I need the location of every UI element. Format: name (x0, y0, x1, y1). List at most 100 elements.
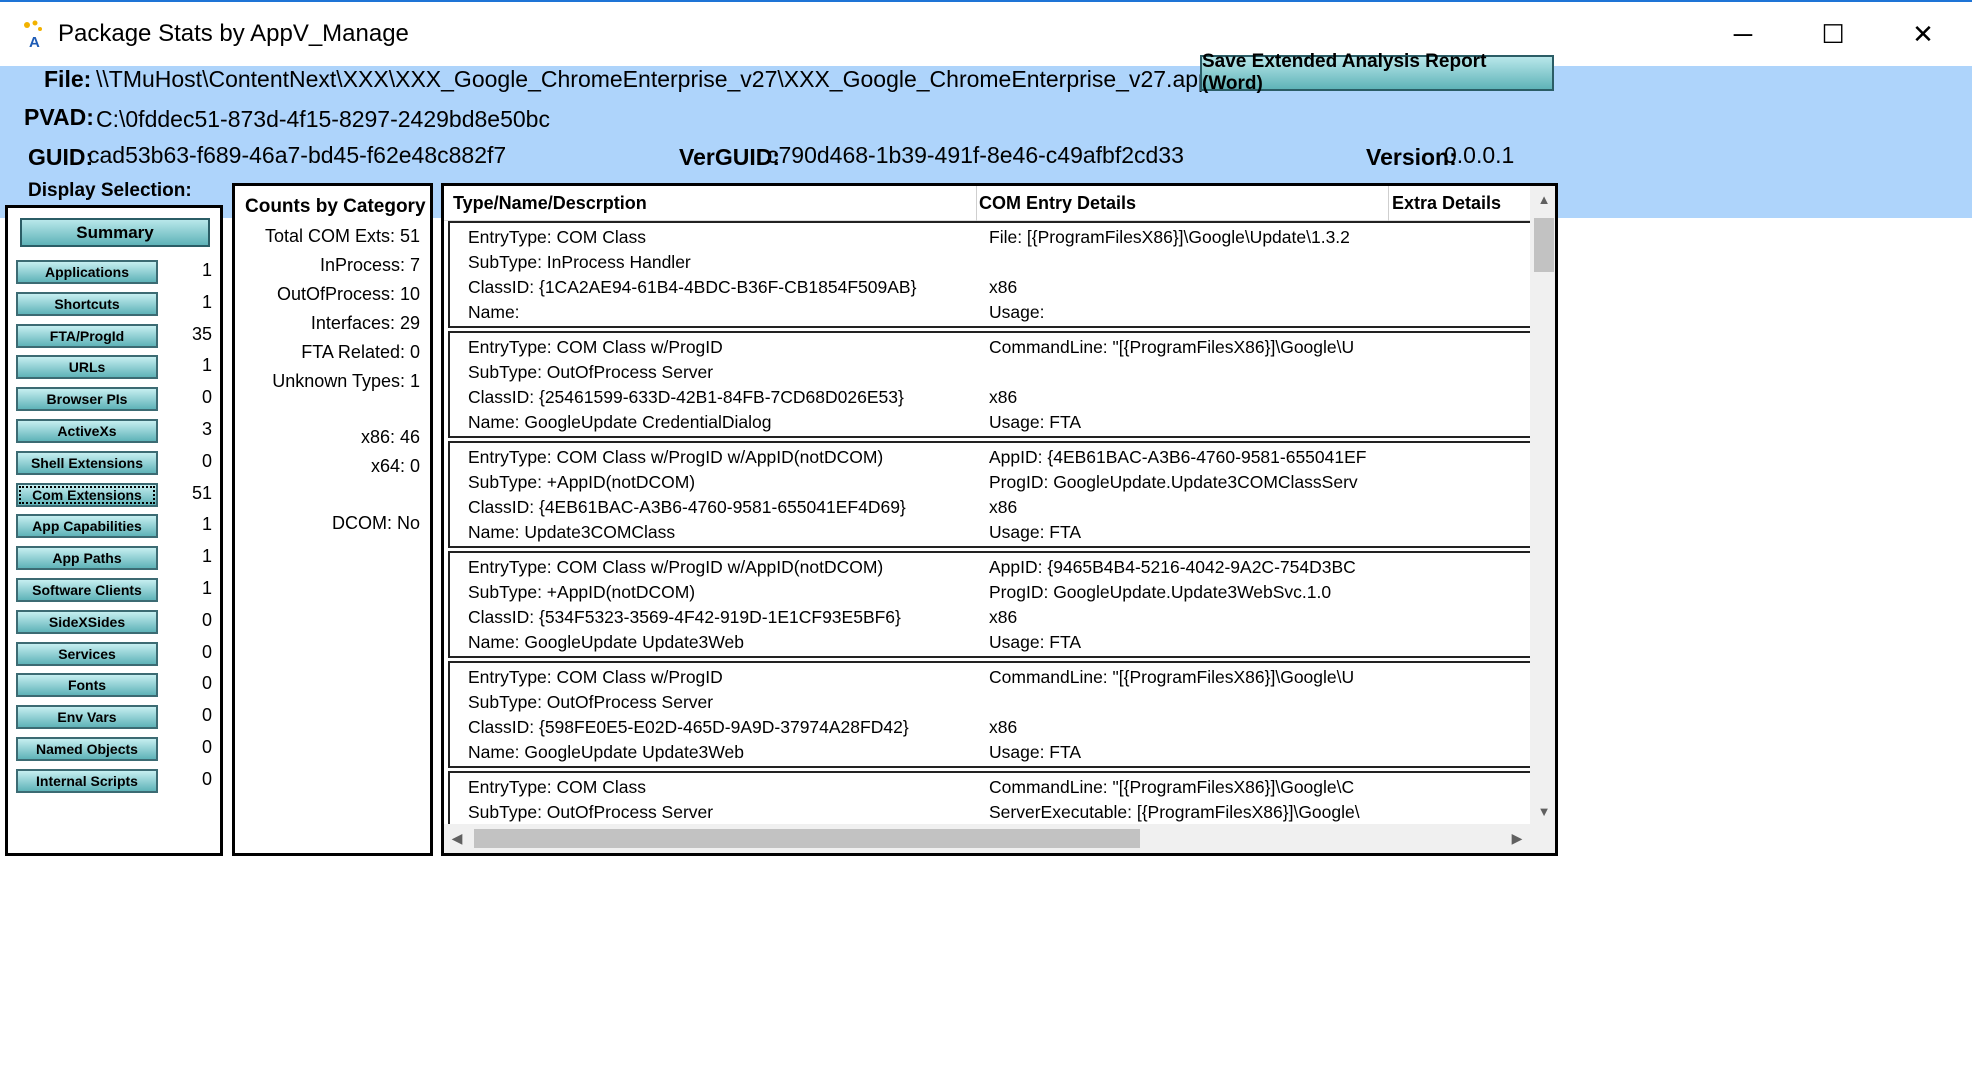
horizontal-scrollbar[interactable]: ◀ ▶ (444, 824, 1530, 853)
category-button-app-paths[interactable]: App Paths (16, 546, 158, 571)
entry-detail-text: SubType: OutOfProcess Server (468, 802, 714, 822)
category-button-app-capabilities[interactable]: App Capabilities (16, 514, 158, 539)
category-button-services[interactable]: Services (16, 641, 158, 666)
category-count: 0 (201, 705, 212, 726)
category-count: 35 (191, 323, 212, 344)
category-button-internal-scripts[interactable]: Internal Scripts (16, 768, 158, 793)
entry-detail-text: SubType: +AppID(notDCOM) (468, 582, 696, 602)
count-line: InProcess: 7 (319, 255, 420, 275)
category-button-activexs[interactable]: ActiveXs (16, 419, 158, 443)
category-row: Com Extensions 51 (16, 482, 216, 507)
entries-rows: EntryType: COM Class SubType: InProcess H… (444, 221, 1530, 824)
category-count: 0 (201, 609, 212, 630)
count-line: Total COM Exts: 51 (264, 226, 420, 246)
category-row: Software Clients 1 (16, 578, 216, 602)
category-row: URLs 1 (16, 355, 216, 380)
category-button-urls[interactable]: URLs (16, 355, 158, 380)
list-item[interactable]: EntryType: COM Class w/ProgID w/AppID(no… (448, 441, 1530, 548)
list-item[interactable]: EntryType: COM Class SubType: OutOfProces… (448, 771, 1530, 824)
category-button-fonts[interactable]: Fonts (16, 673, 158, 698)
category-row: Applications 1 (16, 260, 216, 284)
category-count: 0 (201, 673, 212, 694)
category-count: 1 (201, 578, 212, 598)
com-entry-detail-text: Usage: FTA (989, 522, 1082, 542)
category-button-fta-progid[interactable]: FTA/ProgId (16, 323, 158, 348)
scroll-right-icon[interactable]: ▶ (1504, 824, 1530, 853)
minimize-button[interactable]: ─ (1698, 10, 1788, 58)
vertical-scroll-thumb[interactable] (1534, 218, 1554, 272)
column-header-extra-details[interactable]: Extra Details (1392, 193, 1501, 214)
com-entry-detail-text: File: [{ProgramFilesX86}]\Google\Update\… (989, 227, 1350, 247)
pvad-value: C:\0fddec51-873d-4f15-8297-2429bd8e50bc (96, 106, 550, 132)
category-row: App Capabilities 1 (16, 514, 216, 539)
category-row: Shell Extensions 0 (16, 450, 216, 475)
category-button-browser-pis[interactable]: Browser PIs (16, 387, 158, 412)
guid-value: cad53b63-f689-46a7-bd45-f62e48c882f7 (88, 142, 507, 168)
category-count: 1 (201, 355, 212, 376)
category-button-named-objects[interactable]: Named Objects (16, 737, 158, 761)
vertical-scrollbar[interactable]: ▲ ▼ (1530, 186, 1555, 824)
category-button-shortcuts[interactable]: Shortcuts (16, 291, 158, 316)
file-label: File: (44, 66, 92, 92)
category-count: 1 (201, 260, 212, 280)
svg-text:A: A (29, 34, 40, 50)
com-entry-detail-text: x86 (989, 277, 1018, 297)
title-bar: A Package Stats by AppV_Manage ─ ☐ ✕ (0, 0, 1972, 66)
entry-detail-text: ClassID: {4EB61BAC-A3B6-4760-9581-655041… (468, 497, 906, 517)
category-count: 0 (201, 768, 212, 789)
package-stats-window: A Package Stats by AppV_Manage ─ ☐ ✕ Fil… (0, 0, 1972, 1086)
display-selection-panel: Summary Applications 1 Shortcuts 1 FTA/ProgI… (5, 205, 223, 856)
list-item[interactable]: EntryType: COM Class w/ProgID w/AppID(no… (448, 551, 1530, 658)
category-row: Browser PIs 0 (16, 387, 216, 412)
count-line: x64: 0 (370, 456, 420, 476)
list-item[interactable]: EntryType: COM Class SubType: InProcess H… (448, 221, 1530, 328)
entry-detail-text: EntryType: COM Class w/ProgID (468, 667, 723, 687)
category-button-applications[interactable]: Applications (16, 260, 158, 284)
entry-detail-text: EntryType: COM Class w/ProgID w/AppID(no… (468, 447, 884, 467)
column-separator[interactable] (976, 186, 977, 221)
column-separator[interactable] (1388, 186, 1389, 221)
category-button-software-clients[interactable]: Software Clients (16, 578, 158, 602)
scroll-up-icon[interactable]: ▲ (1530, 186, 1555, 212)
category-button-env-vars[interactable]: Env Vars (16, 705, 158, 730)
column-header-com-details[interactable]: COM Entry Details (979, 193, 1136, 214)
com-entry-detail-text: CommandLine: "[{ProgramFilesX86}]\Google… (989, 777, 1355, 797)
close-button[interactable]: ✕ (1878, 10, 1968, 58)
entry-detail-text: Name: Update3COMClass (468, 522, 676, 542)
category-count: 0 (201, 641, 212, 662)
com-entries-list: Type/Name/Descrption COM Entry Details E… (441, 183, 1558, 856)
maximize-icon: ☐ (1821, 18, 1845, 49)
com-entry-detail-text: ProgID: GoogleUpdate.Update3WebSvc.1.0 (989, 582, 1332, 602)
com-entry-detail-text: CommandLine: "[{ProgramFilesX86}]\Google… (989, 337, 1355, 357)
maximize-button[interactable]: ☐ (1788, 10, 1878, 58)
category-button-shell-extensions[interactable]: Shell Extensions (16, 450, 158, 475)
com-entry-detail-text: Usage: FTA (989, 632, 1082, 652)
list-item[interactable]: EntryType: COM Class w/ProgID SubType: Ou… (448, 661, 1530, 768)
com-entry-detail-text: AppID: {9465B4B4-5216-4042-9A2C-754D3BC (989, 557, 1356, 577)
count-line: Unknown Types: 1 (272, 371, 420, 391)
category-row: Services 0 (16, 641, 216, 666)
entry-detail-text: ClassID: {1CA2AE94-61B4-4BDC-B36F-CB1854… (468, 277, 917, 297)
entry-detail-text: SubType: OutOfProcess Server (468, 692, 714, 712)
category-count: 1 (201, 514, 212, 535)
entry-detail-text: EntryType: COM Class (468, 777, 646, 797)
category-row: Fonts 0 (16, 673, 216, 698)
horizontal-scroll-thumb[interactable] (474, 829, 1140, 848)
save-report-button[interactable]: Save Extended Analysis Report (Word) (1200, 51, 1554, 94)
com-entry-detail-text: AppID: {4EB61BAC-A3B6-4760-9581-655041EF (989, 447, 1367, 467)
entry-detail-text: Name: (468, 302, 520, 322)
column-header-type[interactable]: Type/Name/Descrption (453, 193, 647, 214)
entry-detail-text: Name: GoogleUpdate CredentialDialog (468, 412, 772, 432)
list-item[interactable]: EntryType: COM Class w/ProgID SubType: Ou… (448, 331, 1530, 438)
scroll-down-icon[interactable]: ▼ (1530, 798, 1555, 824)
entry-detail-text: Name: GoogleUpdate Update3Web (468, 632, 744, 652)
category-button-com-extensions[interactable]: Com Extensions (16, 482, 158, 507)
summary-button[interactable]: Summary (20, 218, 210, 247)
category-button-sidexsides[interactable]: SideXSides (16, 609, 158, 634)
scroll-left-icon[interactable]: ◀ (444, 824, 470, 853)
category-count: 1 (201, 291, 212, 312)
close-icon: ✕ (1912, 18, 1934, 49)
category-row: SideXSides 0 (16, 609, 216, 634)
count-line: Interfaces: 29 (310, 313, 420, 333)
category-count: 0 (201, 450, 212, 471)
